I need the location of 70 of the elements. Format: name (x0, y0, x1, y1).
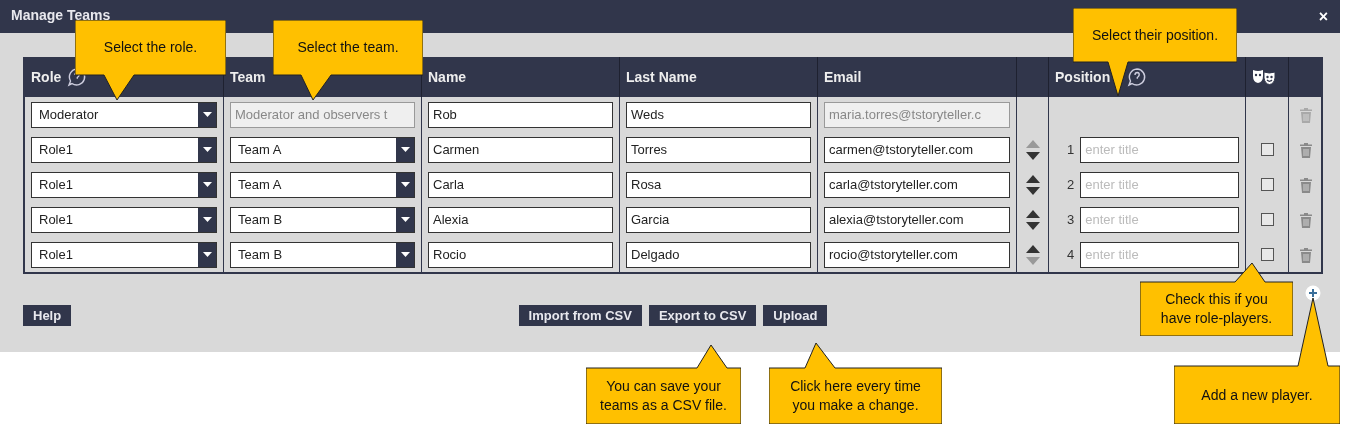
name-field[interactable]: Rob (428, 101, 613, 128)
callout: You can save your teams as a CSV file. (586, 345, 741, 424)
window-title: Manage Teams (11, 7, 111, 23)
callout: Select the role. (75, 20, 226, 100)
email-field[interactable]: carla@tstoryteller.com (824, 171, 1010, 198)
callout: Select the team. (273, 20, 423, 100)
add-icon[interactable] (1305, 285, 1321, 301)
team-dropdown[interactable]: Team B (230, 206, 415, 233)
reorder-arrows-icon[interactable] (1025, 243, 1040, 266)
action-button[interactable]: Import from CSV (518, 305, 642, 326)
name-field[interactable]: Carla (428, 171, 613, 198)
last-name-field[interactable]: Weds (626, 101, 811, 128)
role-dropdown[interactable]: Role1 (31, 241, 217, 268)
role-player-checkbox[interactable] (1260, 248, 1274, 261)
title-field[interactable]: enter title (1080, 206, 1239, 233)
email-field[interactable]: alexia@tstoryteller.com (824, 206, 1010, 233)
reorder-arrows-icon[interactable] (1025, 138, 1040, 161)
role-player-checkbox[interactable] (1260, 178, 1274, 191)
team-dropdown[interactable]: Team B (230, 241, 415, 268)
title-field[interactable]: enter title (1080, 171, 1239, 198)
column-header: Role (31, 69, 62, 85)
caret-icon (400, 147, 410, 152)
caret-icon (202, 252, 212, 257)
caret-icon (202, 182, 212, 187)
title-field[interactable]: enter title (1080, 136, 1239, 163)
position-number: 2 (1067, 177, 1075, 192)
last-name-field[interactable]: Garcia (626, 206, 811, 233)
action-button[interactable]: Upload (763, 305, 828, 326)
caret-icon (400, 182, 410, 187)
name-field[interactable]: Alexia (428, 206, 613, 233)
callout: Click here every time you make a change. (769, 343, 942, 424)
position-number: 1 (1067, 142, 1075, 157)
email-field[interactable]: rocio@tstoryteller.com (824, 241, 1010, 268)
team-field: Moderator and observers t (230, 101, 415, 128)
caret-icon (202, 217, 212, 222)
close-button[interactable]: × (1316, 7, 1330, 26)
last-name-field[interactable]: Torres (626, 136, 811, 163)
role-player-checkbox[interactable] (1260, 213, 1274, 226)
email-field: maria.torres@tstoryteller.c (824, 101, 1010, 128)
role-dropdown[interactable]: Role1 (31, 206, 217, 233)
column-header: Position (1055, 69, 1111, 85)
column-header: Team (230, 69, 266, 85)
position-number: 3 (1067, 212, 1075, 227)
caret-icon (202, 112, 212, 117)
name-field[interactable]: Carmen (428, 136, 613, 163)
column-header: Name (428, 69, 467, 85)
team-dropdown[interactable]: Team A (230, 171, 415, 198)
action-button[interactable]: Export to CSV (648, 305, 757, 326)
reorder-arrows-icon[interactable] (1025, 208, 1040, 231)
column-header: Email (824, 69, 862, 85)
position-number: 4 (1067, 247, 1075, 262)
role-player-checkbox[interactable] (1260, 143, 1274, 156)
title-field[interactable]: enter title (1080, 241, 1239, 268)
role-dropdown[interactable]: Role1 (31, 171, 217, 198)
help-button[interactable]: Help (23, 305, 72, 326)
caret-icon (400, 252, 410, 257)
caret-icon (202, 147, 212, 152)
email-field[interactable]: carmen@tstoryteller.com (824, 136, 1010, 163)
caret-icon (400, 217, 410, 222)
name-field[interactable]: Rocio (428, 241, 613, 268)
column-header: Last Name (626, 69, 697, 85)
last-name-field[interactable]: Delgado (626, 241, 811, 268)
reorder-arrows-icon[interactable] (1025, 173, 1040, 196)
team-dropdown[interactable]: Team A (230, 136, 415, 163)
role-dropdown[interactable]: Role1 (31, 136, 217, 163)
role-dropdown[interactable]: Moderator (31, 101, 217, 128)
help-icon[interactable] (1127, 67, 1148, 87)
callout: Check this if you have role-players. (1140, 263, 1293, 336)
theater-masks-icon (1252, 69, 1276, 85)
last-name-field[interactable]: Rosa (626, 171, 811, 198)
